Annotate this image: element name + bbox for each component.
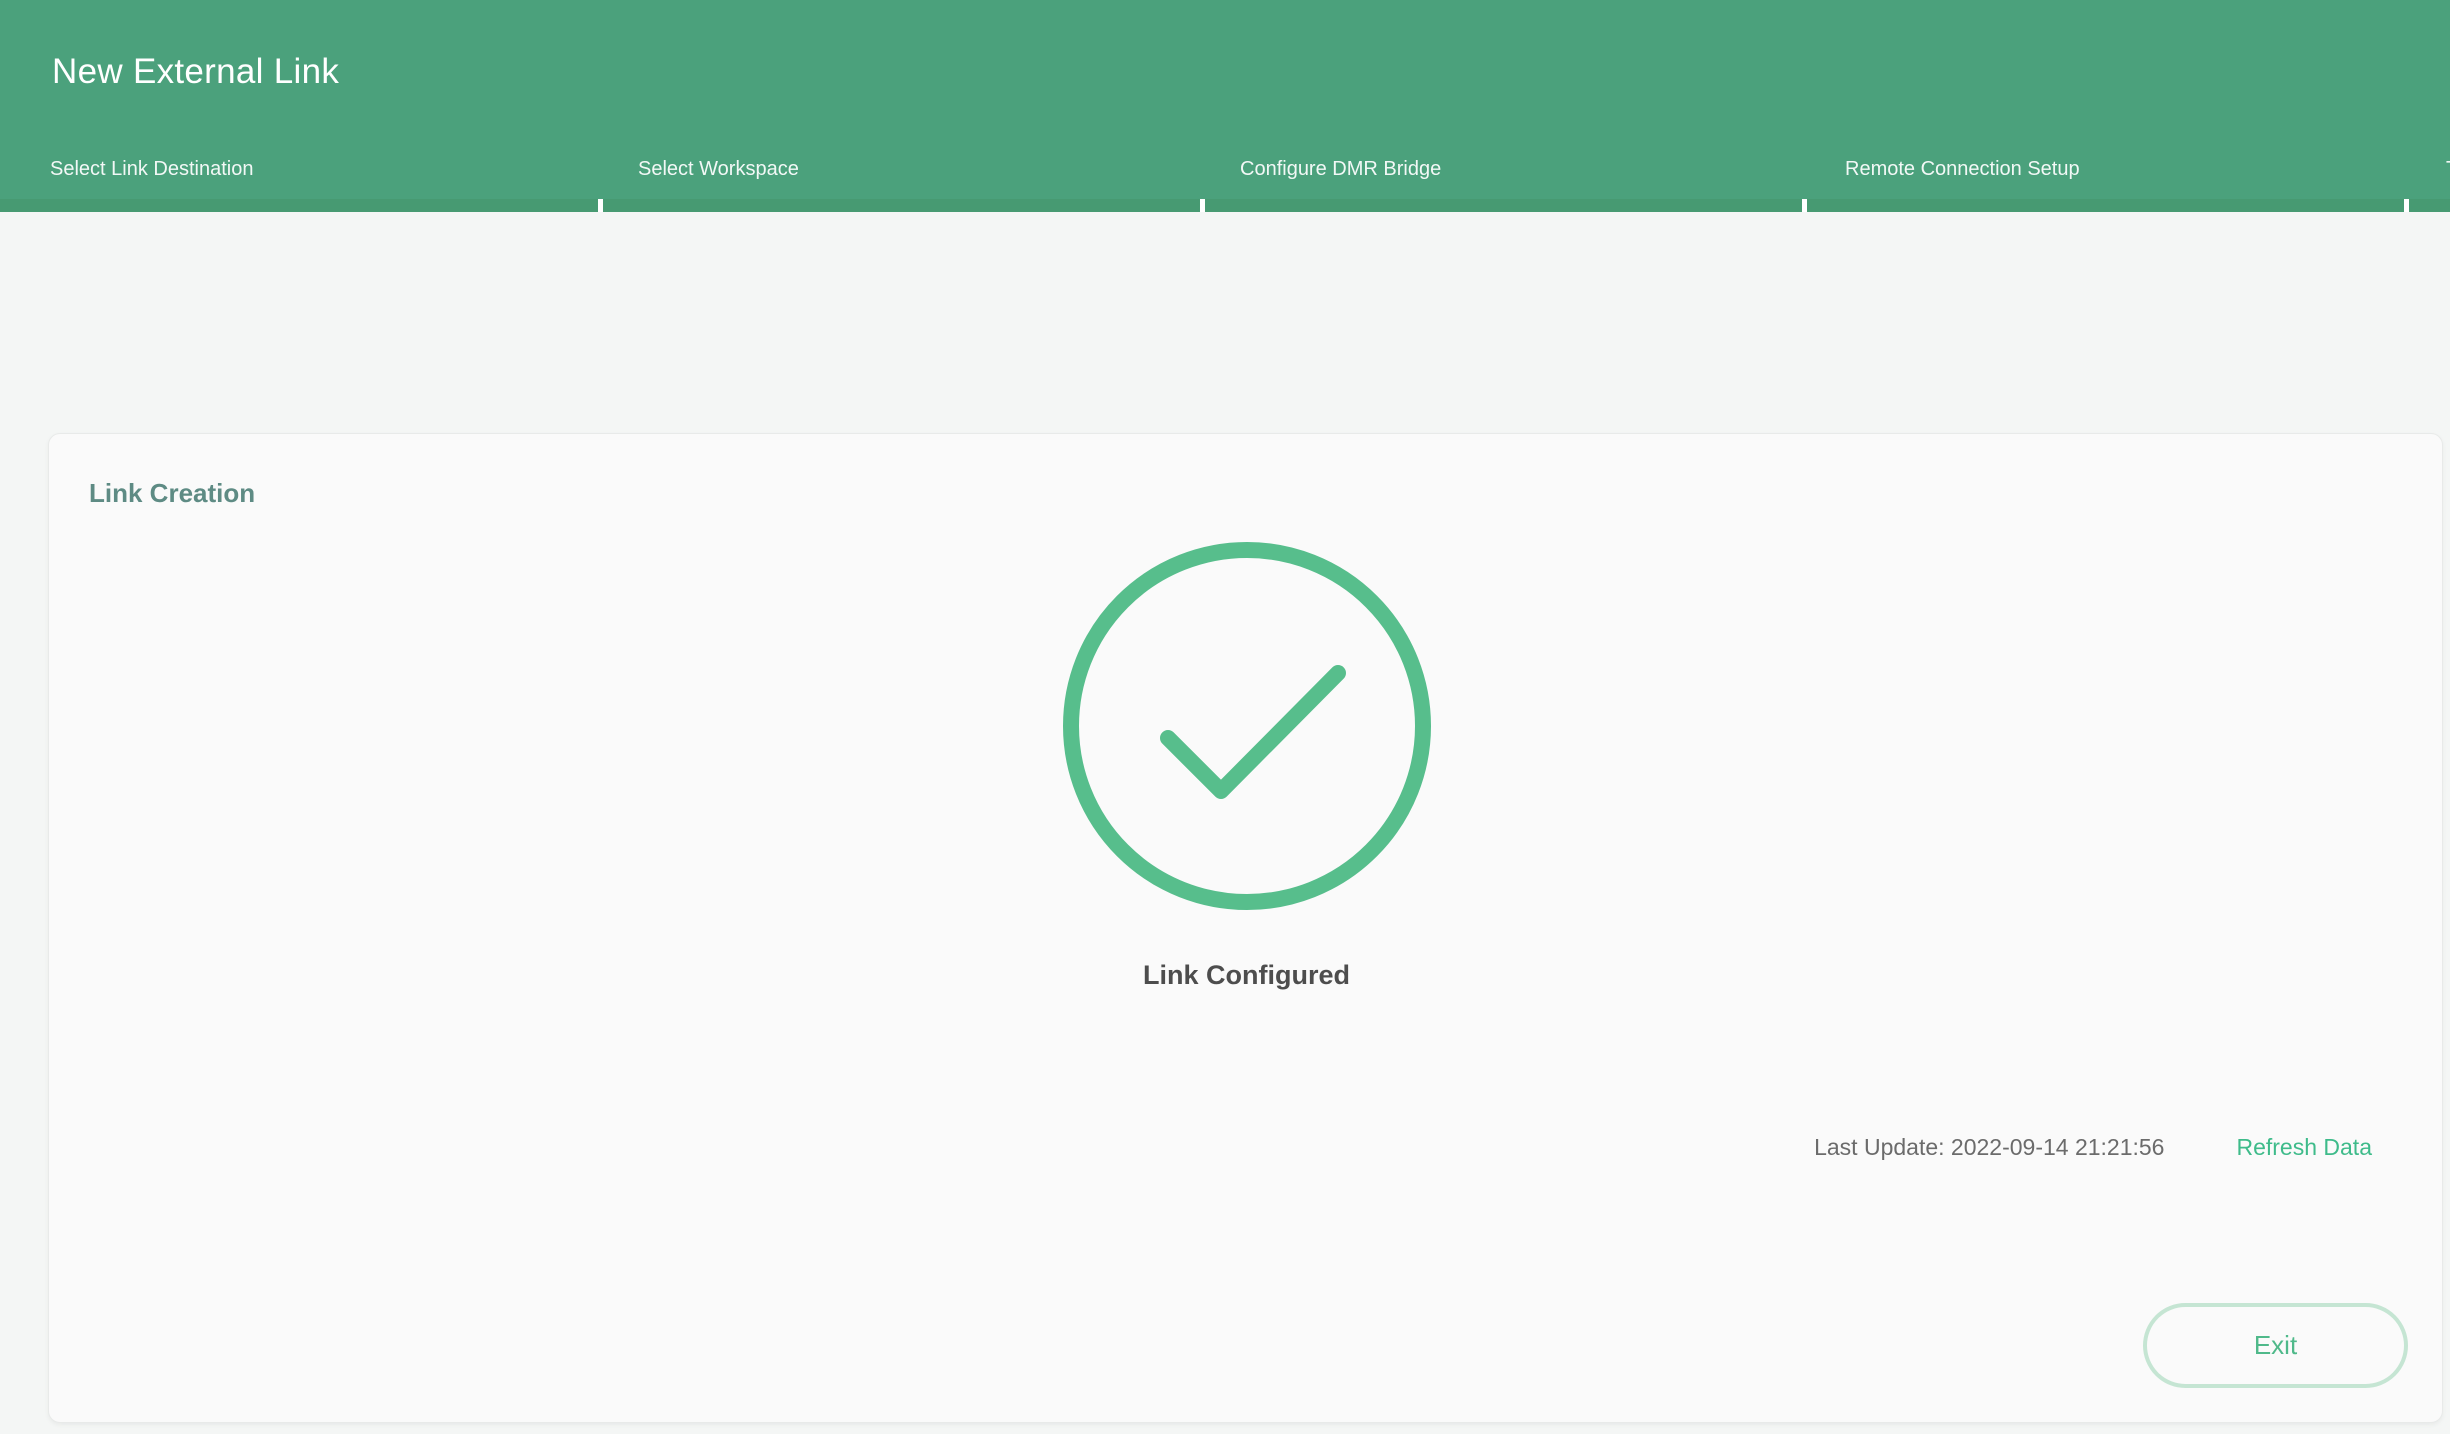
tab-remote-connection-setup[interactable]: Remote Connection Setup: [1845, 158, 2080, 181]
step-divider: [2404, 199, 2409, 212]
tab-next-step-clipped[interactable]: T: [2446, 158, 2450, 181]
tab-select-workspace[interactable]: Select Workspace: [638, 158, 799, 181]
last-update-text: Last Update: 2022-09-14 21:21:56: [1814, 1134, 2164, 1161]
success-indicator: [49, 542, 2444, 910]
page-title: New External Link: [52, 52, 339, 92]
last-update-timestamp: 2022-09-14 21:21:56: [1951, 1134, 2165, 1160]
link-topology: Local Solace Cloud JamiesonTest: [0, 212, 2450, 433]
tab-configure-dmr-bridge[interactable]: Configure DMR Bridge: [1240, 158, 1441, 181]
link-creation-panel: Link Creation Link Configured Last Updat…: [48, 433, 2443, 1423]
step-divider: [598, 199, 603, 212]
step-divider: [1802, 199, 1807, 212]
step-progress-strip: [0, 199, 2450, 212]
status-text: Link Configured: [49, 960, 2444, 991]
success-check-icon: [1063, 542, 1431, 910]
refresh-data-link[interactable]: Refresh Data: [2236, 1134, 2372, 1161]
last-update-label: Last Update:: [1814, 1134, 1944, 1160]
panel-title: Link Creation: [89, 478, 255, 509]
exit-button[interactable]: Exit: [2143, 1303, 2408, 1388]
tab-select-link-destination[interactable]: Select Link Destination: [50, 158, 253, 181]
update-row: Last Update: 2022-09-14 21:21:56 Refresh…: [1814, 1134, 2372, 1161]
wizard-header: New External Link Select Link Destinatio…: [0, 0, 2450, 212]
step-divider: [1200, 199, 1205, 212]
